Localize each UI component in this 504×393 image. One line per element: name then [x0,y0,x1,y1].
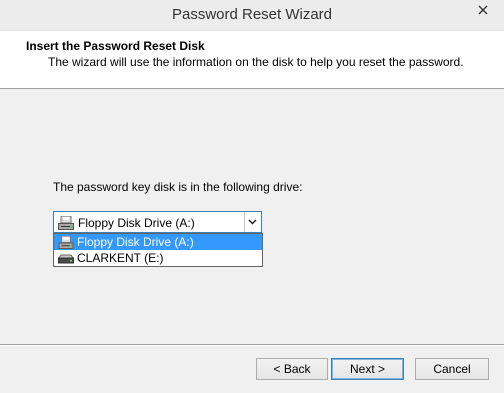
page-description: The wizard will use the information on t… [48,55,464,69]
button-separator [0,344,504,346]
window-title: Password Reset Wizard [171,6,333,23]
title-bar: Password Reset Wizard [0,0,504,31]
back-button[interactable]: < Back [256,358,328,380]
next-button[interactable]: Next > [331,358,404,380]
cancel-button[interactable]: Cancel [415,358,489,380]
drive-dropdown-list: Floppy Disk Drive (A:) CLARKENT (E:) [53,233,263,267]
page-title: Insert the Password Reset Disk [26,39,205,53]
close-button[interactable] [468,0,498,20]
drive-option-floppy[interactable]: Floppy Disk Drive (A:) [54,234,262,250]
chevron-down-icon [248,219,257,225]
drive-select-value: Floppy Disk Drive (A:) [78,216,195,230]
removable-drive-icon [58,252,74,267]
drive-prompt-label: The password key disk is in the followin… [53,180,303,194]
header-panel: Insert the Password Reset Disk The wizar… [0,31,504,89]
drive-option-clarkent[interactable]: CLARKENT (E:) [54,250,262,266]
close-icon [478,5,488,15]
drive-option-label: CLARKENT (E:) [77,251,164,265]
floppy-drive-icon [58,215,74,233]
dropdown-arrow-button[interactable] [244,212,261,232]
drive-select[interactable]: Floppy Disk Drive (A:) [53,211,262,233]
drive-option-label: Floppy Disk Drive (A:) [77,235,194,249]
